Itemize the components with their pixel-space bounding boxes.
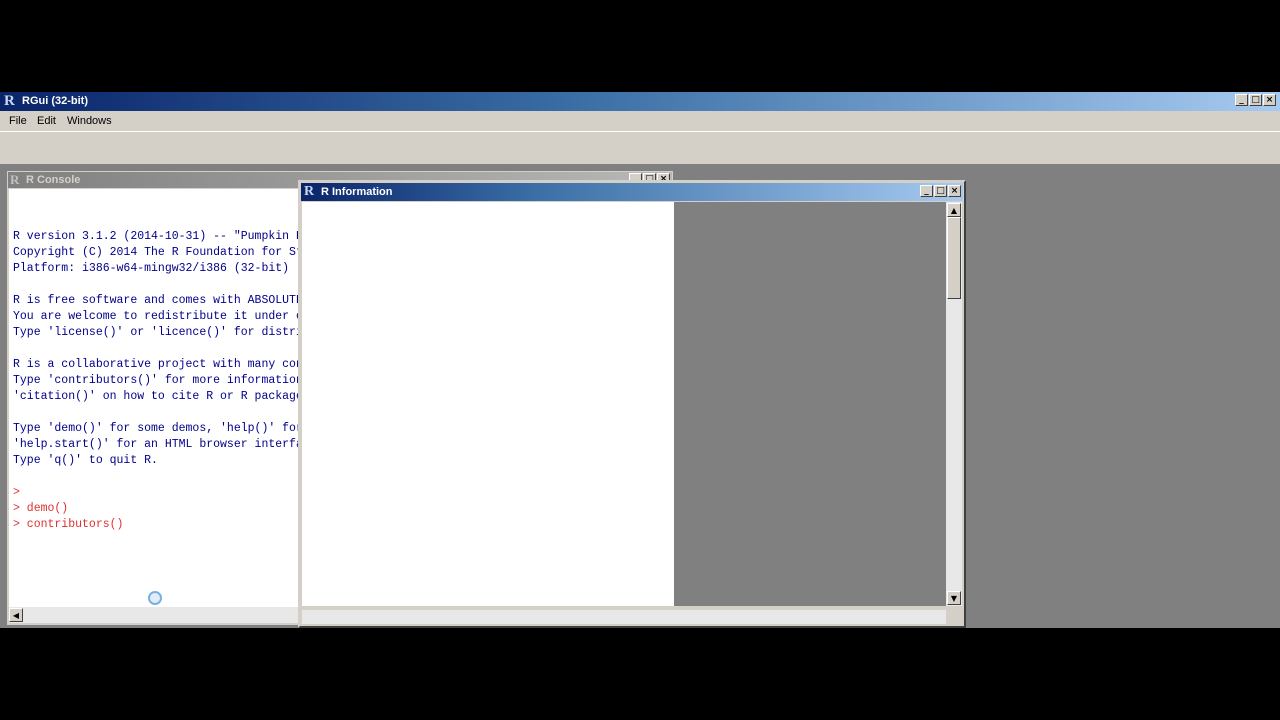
menu-edit[interactable]: Edit bbox=[37, 115, 56, 127]
info-minimize-button[interactable]: _ bbox=[920, 185, 933, 197]
info-content-pane[interactable] bbox=[302, 202, 674, 606]
info-scroll-thumb[interactable] bbox=[947, 217, 961, 299]
info-empty-area bbox=[674, 202, 946, 606]
minimize-button[interactable]: _ bbox=[1235, 94, 1248, 106]
info-vertical-scrollbar[interactable]: ▲ ▼ bbox=[946, 202, 962, 606]
menu-windows[interactable]: Windows bbox=[67, 115, 112, 127]
console-title: R Console bbox=[26, 174, 81, 186]
maximize-button[interactable]: □ bbox=[1249, 94, 1262, 106]
close-button[interactable]: × bbox=[1263, 94, 1276, 106]
info-horizontal-scrollbar[interactable] bbox=[302, 610, 946, 624]
info-window[interactable]: R R Information _ □ × ▲ ▼ bbox=[298, 180, 966, 628]
app-title: RGui (32-bit) bbox=[22, 95, 88, 107]
info-window-controls: _ □ × bbox=[920, 185, 961, 197]
scroll-down-arrow-icon[interactable]: ▼ bbox=[947, 591, 961, 605]
mouse-cursor-highlight bbox=[148, 591, 162, 605]
rgui-titlebar[interactable]: R RGui (32-bit) _ □ × bbox=[0, 92, 1280, 111]
scroll-up-arrow-icon[interactable]: ▲ bbox=[947, 203, 961, 217]
mdi-workspace: R R Console _ □ × R version 3.1.2 (2014-… bbox=[0, 165, 1280, 628]
info-close-button[interactable]: × bbox=[948, 185, 961, 197]
desktop-screen: R RGui (32-bit) _ □ × File Edit Windows … bbox=[0, 92, 1280, 628]
info-title: R Information bbox=[321, 186, 393, 198]
menu-file[interactable]: File bbox=[9, 115, 27, 127]
scroll-left-arrow-icon[interactable]: ◀ bbox=[9, 608, 23, 622]
r-logo-icon: R bbox=[10, 172, 20, 187]
info-maximize-button[interactable]: □ bbox=[934, 185, 947, 197]
menubar: File Edit Windows bbox=[0, 111, 1280, 131]
info-titlebar[interactable]: R R Information _ □ × bbox=[301, 183, 963, 201]
r-logo-icon: R bbox=[304, 184, 315, 199]
main-window-controls: _ □ × bbox=[1235, 94, 1276, 106]
toolbar bbox=[0, 131, 1280, 165]
r-logo-icon: R bbox=[4, 93, 15, 109]
